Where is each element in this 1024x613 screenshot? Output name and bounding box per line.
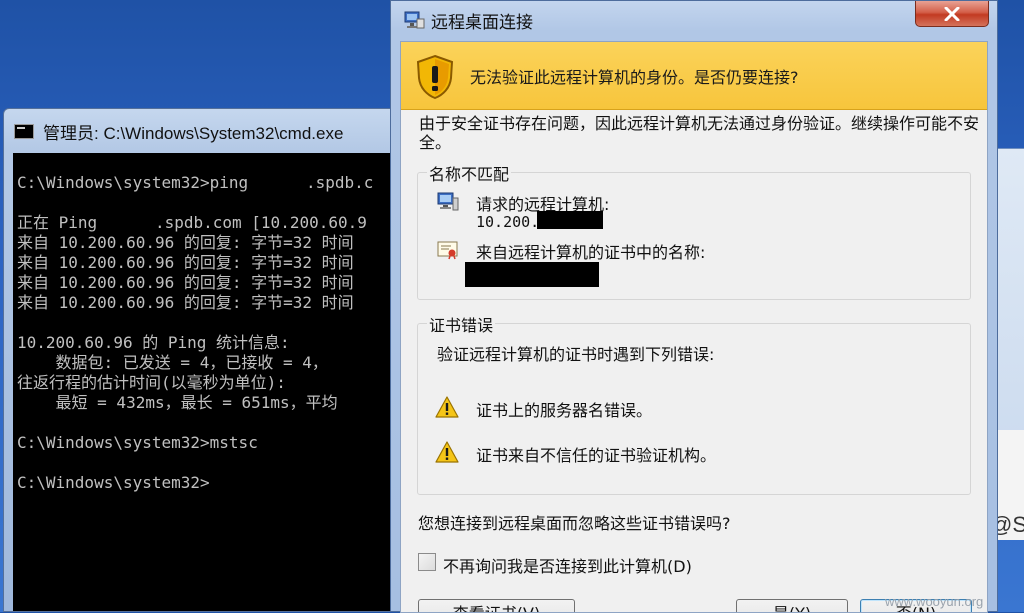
certificate-icon	[437, 241, 458, 260]
console-line: C:\Windows\system32>ping .spdb.c	[17, 173, 374, 192]
cert-name-label: 来自远程计算机的证书中的名称:	[476, 243, 706, 262]
yes-button[interactable]: 是(Y)	[736, 599, 848, 612]
view-certificate-button[interactable]: 查看证书(V)	[418, 599, 575, 612]
watermark: www.wooyun.org	[885, 594, 984, 609]
dont-ask-checkbox[interactable]	[418, 553, 436, 571]
ignore-errors-question: 您想连接到远程桌面而忽略这些证书错误吗?	[418, 514, 731, 533]
dialog-content: 无法验证此远程计算机的身份。是否仍要连接? 由于安全证书存在问题，因此远程计算机…	[400, 41, 988, 613]
security-shield-warning-icon	[416, 54, 454, 100]
warning-header: 无法验证此远程计算机的身份。是否仍要连接?	[470, 68, 799, 87]
console-line: 最短 = 432ms，最长 = 651ms，平均	[17, 393, 338, 412]
console-line: 来自 10.200.60.96 的回复: 字节=32 时间	[17, 253, 354, 272]
rdp-dialog[interactable]: 远程桌面连接 无法验证此远程计算机的身份。是否仍要连接? 由于安全证书存在问题，…	[390, 0, 998, 613]
cmd-title-bar[interactable]: 管理员: C:\Windows\System32\cmd.exe	[14, 119, 343, 143]
console-line: 正在 Ping .spdb.com [10.200.60.9	[17, 213, 367, 232]
cert-errors-intro: 验证远程计算机的证书时遇到下列错误:	[437, 345, 715, 364]
cert-error-item: 证书来自不信任的证书验证机构。	[476, 446, 717, 465]
cert-error-item: 证书上的服务器名错误。	[476, 401, 653, 420]
console-line: 10.200.60.96 的 Ping 统计信息:	[17, 333, 290, 352]
name-mismatch-label: 名称不匹配	[427, 161, 512, 185]
dialog-title: 远程桌面连接	[431, 12, 533, 32]
dialog-title-bar[interactable]: 远程桌面连接	[403, 7, 533, 33]
console-line: 数据包: 已发送 = 4，已接收 = 4，	[17, 353, 328, 372]
cert-errors-label: 证书错误	[427, 312, 496, 336]
requested-computer-value: 10.200.	[476, 213, 540, 231]
remote-desktop-icon	[404, 11, 425, 29]
cmd-window-title: 管理员: C:\Windows\System32\cmd.exe	[43, 123, 344, 143]
console-line: 来自 10.200.60.96 的回复: 字节=32 时间	[17, 293, 354, 312]
computer-icon	[437, 192, 459, 211]
console-line: 来自 10.200.60.96 的回复: 字节=32 时间	[17, 233, 354, 252]
console-icon	[14, 123, 34, 139]
intro-text: 由于安全证书存在问题，因此远程计算机无法通过身份验证。继续操作可能不安全。	[419, 114, 980, 152]
redacted-block	[537, 211, 603, 229]
close-icon	[944, 6, 960, 21]
cmd-window[interactable]: 管理员: C:\Windows\System32\cmd.exe C:\Wind…	[3, 108, 403, 612]
console-line: C:\Windows\system32>mstsc	[17, 433, 258, 452]
warning-icon	[435, 396, 459, 418]
console-output[interactable]: C:\Windows\system32>ping .spdb.c 正在 Ping …	[13, 153, 399, 611]
console-line: 来自 10.200.60.96 的回复: 字节=32 时间	[17, 273, 354, 292]
close-button[interactable]	[915, 1, 989, 27]
warning-banner: 无法验证此远程计算机的身份。是否仍要连接?	[401, 42, 987, 110]
warning-icon	[435, 441, 459, 463]
redacted-block	[465, 262, 599, 287]
console-line: 往返行程的估计时间(以毫秒为单位):	[17, 373, 286, 392]
dont-ask-label[interactable]: 不再询问我是否连接到此计算机(D)	[443, 553, 692, 577]
console-line: C:\Windows\system32>	[17, 473, 210, 492]
